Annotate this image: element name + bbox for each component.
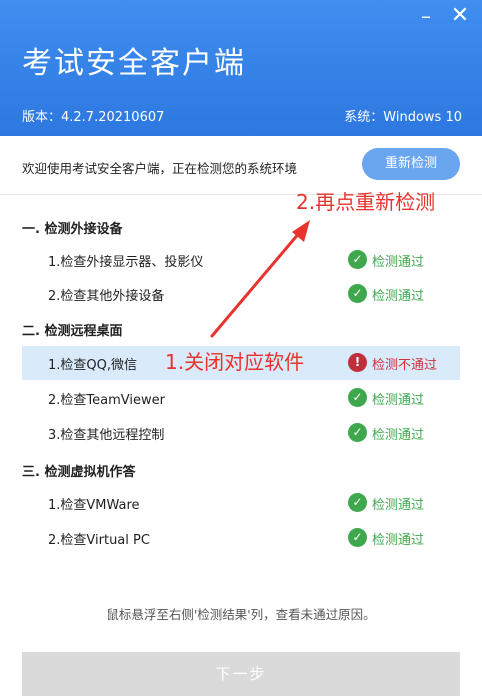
next-step-button[interactable]: 下一步 — [22, 652, 460, 696]
close-button[interactable]: ✕ — [448, 4, 472, 28]
check-pass-icon: ✓ — [348, 388, 367, 407]
minimize-button[interactable]: – — [414, 4, 438, 28]
welcome-message: 欢迎使用考试安全客户端，正在检测您的系统环境 — [22, 161, 298, 176]
check-label: 1.检查QQ,微信 — [48, 358, 138, 373]
hover-hint: 鼠标悬浮至右侧'检测结果'列，查看未通过原因。 — [106, 607, 376, 622]
check-row: 2.检查其他外接设备 ✓ 检测通过 — [22, 277, 460, 311]
check-row: 2.检查Virtual PC ✓ 检测通过 — [22, 521, 460, 555]
annotation-step2: 2.再点重新检测 — [296, 190, 436, 214]
check-status-text: 检测通过 — [372, 428, 425, 443]
version-label: 版本：4.2.7.20210607 — [22, 110, 165, 125]
check-row: 3.检查其他远程控制 ✓ 检测通过 — [22, 416, 460, 450]
section-title-remote-desktop: 二. 检测远程桌面 — [22, 324, 123, 339]
check-status-text: 检测不通过 — [372, 358, 438, 373]
check-pass-icon: ✓ — [348, 528, 367, 547]
check-label: 1.检查外接显示器、投影仪 — [48, 255, 204, 270]
check-pass-icon: ✓ — [348, 493, 367, 512]
check-label: 3.检查其他远程控制 — [48, 428, 165, 443]
check-status-text: 检测通过 — [372, 393, 425, 408]
check-label: 1.检查VMWare — [48, 498, 140, 513]
check-row: 2.检查TeamViewer ✓ 检测通过 — [22, 381, 460, 415]
app-title: 考试安全客户端 — [22, 46, 246, 81]
check-label: 2.检查Virtual PC — [48, 533, 150, 548]
check-status-text: 检测通过 — [372, 255, 425, 270]
check-status-text: 检测通过 — [372, 498, 425, 513]
check-row: 1.检查外接显示器、投影仪 ✓ 检测通过 — [22, 243, 460, 277]
check-row: 1.检查VMWare ✓ 检测通过 — [22, 486, 460, 520]
system-label: 系统：Windows 10 — [344, 110, 462, 125]
check-status-text: 检测通过 — [372, 289, 425, 304]
check-fail-icon: ! — [348, 353, 367, 372]
check-pass-icon: ✓ — [348, 423, 367, 442]
section-title-external-devices: 一. 检测外接设备 — [22, 222, 123, 237]
recheck-button[interactable]: 重新检测 — [362, 148, 460, 180]
annotation-step1: 1.关闭对应软件 — [165, 350, 305, 374]
app-header: – ✕ 考试安全客户端 版本：4.2.7.20210607 系统：Windows… — [0, 0, 482, 136]
check-label: 2.检查TeamViewer — [48, 393, 165, 408]
check-pass-icon: ✓ — [348, 250, 367, 269]
check-pass-icon: ✓ — [348, 284, 367, 303]
check-label: 2.检查其他外接设备 — [48, 289, 165, 304]
section-title-virtual-machine: 三. 检测虚拟机作答 — [22, 465, 136, 480]
check-status-text: 检测通过 — [372, 533, 425, 548]
